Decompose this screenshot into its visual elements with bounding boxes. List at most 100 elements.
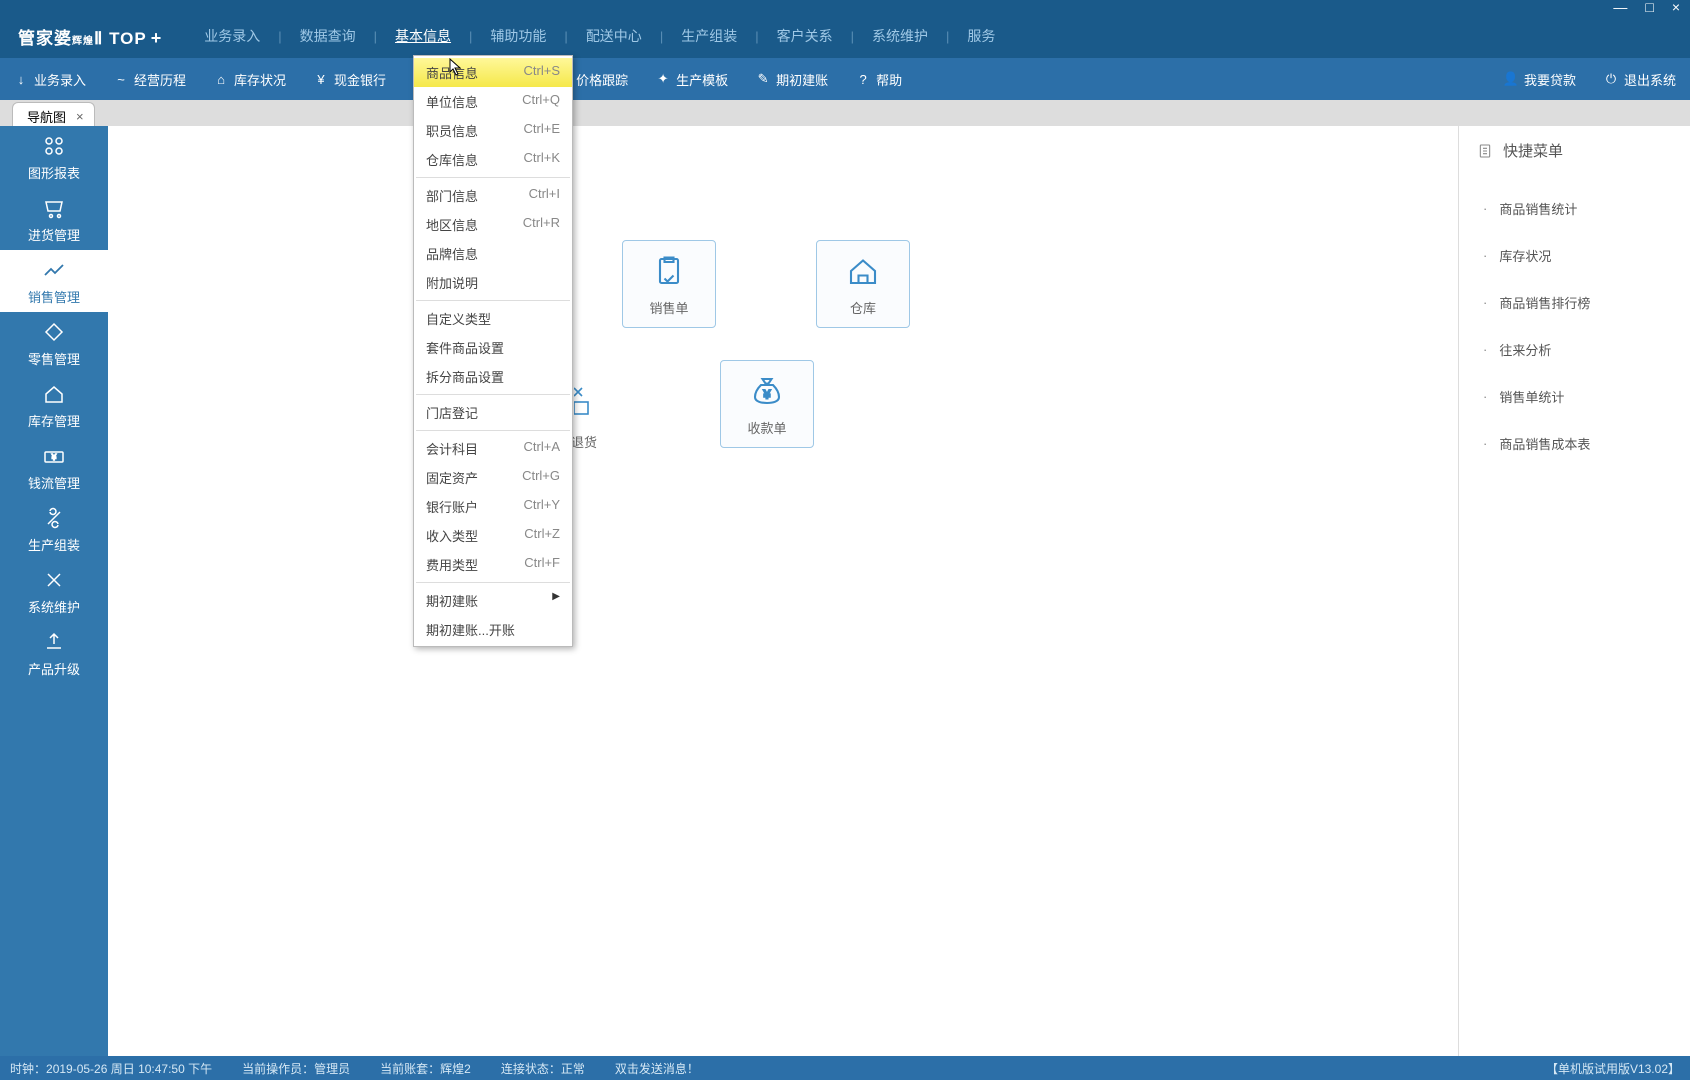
quick-menu-panel: 快捷菜单 商品销售统计 库存状况 商品销售排行榜 往来分析 销售单统计 商品销售… [1458,126,1690,1056]
tab-label: 导航图 [27,107,66,126]
status-operator: 当前操作员：管理员 [242,1060,350,1077]
list-icon [1477,143,1493,159]
sidebar-item-cashflow[interactable]: ¥ 钱流管理 [0,436,108,498]
dd-item-fixed-assets[interactable]: 固定资产Ctrl+G [414,463,572,492]
moneybag-icon: ¥ [748,372,786,410]
tb-cash[interactable]: ¥现金银行 [314,70,386,89]
dd-item-open-account[interactable]: 期初建账...开账 [414,615,572,644]
dd-item-product-info[interactable]: 商品信息Ctrl+S [414,58,572,87]
tools-icon [41,567,67,593]
sidebar-item-label: 钱流管理 [28,473,80,492]
dd-item-bank-accounts[interactable]: 银行账户Ctrl+Y [414,492,572,521]
sidebar-item-upgrade[interactable]: 产品升级 [0,622,108,684]
clipboard-icon [650,252,688,290]
minimize-button[interactable]: — [1613,0,1627,15]
house-icon [41,381,67,407]
dd-item-staff-info[interactable]: 职员信息Ctrl+E [414,116,572,145]
tb-prod-template[interactable]: ✦生产模板 [656,70,728,89]
quick-item-order-stats[interactable]: 销售单统计 [1477,373,1672,420]
quick-item-stock[interactable]: 库存状况 [1477,232,1672,279]
wrench-icon [41,505,67,531]
quick-item-sales-rank[interactable]: 商品销售排行榜 [1477,279,1672,326]
dd-item-income-type[interactable]: 收入类型Ctrl+Z [414,521,572,550]
star-icon: ✦ [656,72,670,86]
submenu-arrow-icon: ▶ [552,591,560,610]
svg-text:¥: ¥ [51,453,57,462]
card-warehouse[interactable]: 仓库 [816,240,910,328]
sidebar-item-label: 产品升级 [28,659,80,678]
sidebar-item-label: 零售管理 [28,349,80,368]
tb-loan[interactable]: 👤我要贷款 [1504,70,1576,89]
status-connection: 连接状态：正常 [501,1060,585,1077]
dd-item-split-setup[interactable]: 拆分商品设置 [414,362,572,391]
dd-item-warehouse-info[interactable]: 仓库信息Ctrl+K [414,145,572,174]
sidebar-item-sales[interactable]: 销售管理 [0,250,108,312]
sidebar-item-production[interactable]: 生产组装 [0,498,108,560]
status-bar: 时钟：2019-05-26 周日 10:47:50 下午 当前操作员：管理员 当… [0,1056,1690,1080]
dd-item-opening-balance[interactable]: 期初建账▶ [414,586,572,615]
menu-service[interactable]: 服务 [961,26,1001,46]
home-icon: ⌂ [214,72,228,86]
dd-item-brand-info[interactable]: 品牌信息 [414,239,572,268]
quick-item-ar-analysis[interactable]: 往来分析 [1477,326,1672,373]
dd-item-expense-type[interactable]: 费用类型Ctrl+F [414,550,572,579]
status-version: 【单机版试用版V13.02】 [1546,1060,1680,1077]
menu-basic-info[interactable]: 基本信息 [389,26,457,46]
tb-help[interactable]: ?帮助 [856,70,902,89]
quick-item-sales-stats[interactable]: 商品销售统计 [1477,185,1672,232]
tb-logout[interactable]: ⏻退出系统 [1604,70,1676,89]
dropdown-basic-info: 商品信息Ctrl+S 单位信息Ctrl+Q 职员信息Ctrl+E 仓库信息Ctr… [413,55,573,647]
card-receipt[interactable]: ¥ 收款单 [720,360,814,448]
tab-strip: 导航图 × [0,100,1690,126]
tb-business-entry[interactable]: ↓业务录入 [14,70,86,89]
sidebar-item-label: 销售管理 [28,287,80,306]
card-sales-order[interactable]: 销售单 [622,240,716,328]
sidebar-item-reports[interactable]: 图形报表 [0,126,108,188]
menu-bar: 管家婆辉煌Ⅱ TOP+ 业务录入| 数据查询| 基本信息| 辅助功能| 配送中心… [0,14,1690,58]
tb-initial[interactable]: ✎期初建账 [756,70,828,89]
quick-item-cost-report[interactable]: 商品销售成本表 [1477,420,1672,467]
app-logo: 管家婆辉煌Ⅱ TOP+ [18,24,162,49]
main-area: 图形报表 进货管理 销售管理 零售管理 库存管理 ¥ 钱流管理 [0,126,1690,1056]
arrow-down-icon: ↓ [14,72,28,86]
tab-nav-map[interactable]: 导航图 × [12,102,95,126]
dd-item-notes[interactable]: 附加说明 [414,268,572,297]
menu-delivery[interactable]: 配送中心 [580,26,648,46]
dd-item-accounts[interactable]: 会计科目Ctrl+A [414,434,572,463]
warehouse-icon [844,252,882,290]
dd-item-store-reg[interactable]: 门店登记 [414,398,572,427]
dd-item-custom-type[interactable]: 自定义类型 [414,304,572,333]
menu-system[interactable]: 系统维护 [866,26,934,46]
sidebar-item-sysmaint[interactable]: 系统维护 [0,560,108,622]
sidebar-item-retail[interactable]: 零售管理 [0,312,108,374]
status-account: 当前账套：辉煌2 [380,1060,471,1077]
status-message[interactable]: 双击发送消息！ [615,1060,699,1077]
menu-customer[interactable]: 客户关系 [771,26,839,46]
tag-icon [41,319,67,345]
menu-data-query[interactable]: 数据查询 [294,26,362,46]
title-bar: — □ × [0,0,1690,14]
status-clock: 时钟：2019-05-26 周日 10:47:50 下午 [10,1060,212,1077]
dd-item-dept-info[interactable]: 部门信息Ctrl+I [414,181,572,210]
menu-assist[interactable]: 辅助功能 [484,26,552,46]
chart-icon: ~ [114,72,128,86]
tb-stock[interactable]: ⌂库存状况 [214,70,286,89]
maximize-button[interactable]: □ [1645,0,1653,15]
sidebar-item-label: 图形报表 [28,163,80,182]
menu-production[interactable]: 生产组装 [675,26,743,46]
card-return-label: 退货 [571,432,597,451]
sidebar-item-inventory[interactable]: 库存管理 [0,374,108,436]
help-icon: ? [856,72,870,86]
tab-close-icon[interactable]: × [76,109,84,124]
dd-item-unit-info[interactable]: 单位信息Ctrl+Q [414,87,572,116]
menu-business-entry[interactable]: 业务录入 [198,26,266,46]
dd-item-region-info[interactable]: 地区信息Ctrl+R [414,210,572,239]
sidebar: 图形报表 进货管理 销售管理 零售管理 库存管理 ¥ 钱流管理 [0,126,108,1056]
close-button[interactable]: × [1672,0,1680,15]
user-icon: 👤 [1504,72,1518,86]
sidebar-item-label: 生产组装 [28,535,80,554]
upload-icon [41,629,67,655]
dd-item-combo-setup[interactable]: 套件商品设置 [414,333,572,362]
tb-history[interactable]: ~经营历程 [114,70,186,89]
sidebar-item-purchase[interactable]: 进货管理 [0,188,108,250]
